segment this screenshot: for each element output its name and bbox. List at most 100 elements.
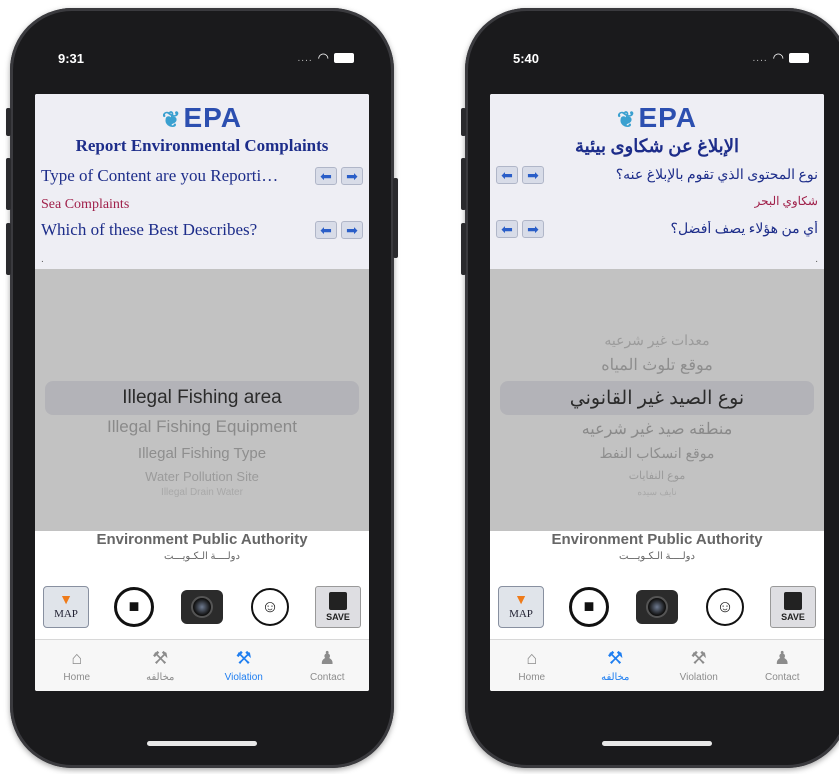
save-button[interactable]: SAVE bbox=[315, 585, 361, 628]
picker-option[interactable]: نايف سيده bbox=[490, 487, 824, 498]
question-row-1: ⬅ ➡ نوع المحتوى الذي تقوم بالإبلاغ عنه؟ bbox=[496, 166, 818, 184]
epa-logo: ❦EPA bbox=[162, 102, 242, 133]
arrow-left-icon[interactable]: ⬅ bbox=[315, 167, 337, 185]
option-picker[interactable]: Illegal Fishing area Illegal Fishing Equ… bbox=[35, 269, 369, 531]
picker-option[interactable]: موع النفايات bbox=[490, 469, 824, 482]
leaf-icon: ❦ bbox=[617, 107, 637, 132]
dot-text: . bbox=[41, 254, 44, 265]
tab-home[interactable]: ⌂ Home bbox=[490, 640, 574, 691]
answer-content-type[interactable]: Sea Complaints bbox=[41, 197, 363, 213]
phone-right: 5:40 .... ◠ ❦EPA الإبلاغ عن شكاوى بيئية … bbox=[461, 8, 839, 768]
picker-option[interactable]: Illegal Fishing Equipment bbox=[35, 417, 369, 437]
home-indicator[interactable] bbox=[602, 741, 712, 746]
picker-option-selected[interactable]: نوع الصيد غير القانوني bbox=[490, 387, 824, 410]
video-camera-icon: ■ bbox=[569, 586, 609, 627]
app-screen: ❦EPA Report Environmental Complaints Typ… bbox=[35, 94, 369, 691]
camera-icon bbox=[181, 589, 223, 624]
page-title: Report Environmental Complaints bbox=[75, 136, 329, 155]
gavel-icon: ⚒ bbox=[235, 648, 252, 668]
form-header: ❦EPA الإبلاغ عن شكاوى بيئية ⬅ ➡ نوع المح… bbox=[490, 94, 824, 269]
arrow-right-icon[interactable]: ➡ bbox=[522, 166, 544, 184]
contact-add-icon: ☺ bbox=[251, 587, 289, 626]
signal-icon: .... bbox=[297, 52, 313, 64]
picker-option-selected[interactable]: Illegal Fishing area bbox=[35, 387, 369, 409]
arrow-right-icon[interactable]: ➡ bbox=[341, 221, 363, 239]
picker-option[interactable]: موقع تلوث المياه bbox=[490, 355, 824, 375]
volume-up-button bbox=[6, 158, 11, 210]
save-button[interactable]: SAVE bbox=[770, 585, 816, 628]
battery-icon bbox=[334, 53, 354, 63]
leaf-icon: ❦ bbox=[162, 107, 182, 132]
arrow-left-icon[interactable]: ⬅ bbox=[496, 220, 518, 238]
tab-contact[interactable]: ♟ Contact bbox=[741, 640, 825, 691]
home-icon: ⌂ bbox=[526, 648, 538, 668]
gavel-icon: ⚒ bbox=[607, 648, 624, 668]
question-best-describes: أي من هؤلاء يصف أفضل؟ bbox=[670, 221, 818, 237]
question-row-1: Type of Content are you Reporti… ⬅ ➡ bbox=[41, 166, 363, 186]
question-row-2: Which of these Best Describes? ⬅ ➡ bbox=[41, 220, 363, 240]
authority-name: Environment Public Authority bbox=[551, 531, 763, 548]
status-bar: 5:40 .... ◠ bbox=[513, 48, 809, 68]
video-camera-icon: ■ bbox=[114, 586, 154, 627]
contact-button[interactable]: ☺ bbox=[247, 586, 293, 628]
camera-button[interactable] bbox=[634, 586, 680, 628]
form-header: ❦EPA Report Environmental Complaints Typ… bbox=[35, 94, 369, 269]
home-indicator[interactable] bbox=[147, 741, 257, 746]
signal-icon: .... bbox=[752, 52, 768, 64]
home-icon: ⌂ bbox=[71, 648, 83, 668]
phone-left: 9:31 .... ◠ ❦EPA Report Environmental Co… bbox=[6, 8, 398, 768]
save-disk-icon bbox=[784, 591, 802, 610]
status-time: 5:40 bbox=[513, 50, 540, 66]
picker-option[interactable]: منطقه صيد غير شرعيه bbox=[490, 419, 824, 439]
camera-button[interactable] bbox=[179, 586, 225, 628]
volume-down-button bbox=[461, 223, 466, 275]
picker-option[interactable]: موقع انسكاب النفط bbox=[490, 445, 824, 462]
battery-icon bbox=[789, 53, 809, 63]
camera-icon bbox=[636, 589, 678, 624]
arrow-right-icon[interactable]: ➡ bbox=[341, 167, 363, 185]
arrow-left-icon[interactable]: ⬅ bbox=[496, 166, 518, 184]
video-button[interactable]: ■ bbox=[111, 586, 157, 628]
status-bar: 9:31 .... ◠ bbox=[58, 48, 354, 68]
action-toolbar: ▼ MAP ■ ☺ SAVE bbox=[498, 584, 816, 629]
tab-contact[interactable]: ♟ Contact bbox=[286, 640, 370, 691]
wifi-icon: ◠ bbox=[772, 50, 784, 65]
map-pin-icon: ▼ bbox=[514, 592, 528, 608]
mute-switch bbox=[461, 108, 466, 136]
question-content-type: نوع المحتوى الذي تقوم بالإبلاغ عنه؟ bbox=[615, 167, 818, 183]
picker-option[interactable]: Water Pollution Site bbox=[35, 469, 369, 484]
contact-add-icon: ☺ bbox=[706, 587, 744, 626]
picker-option[interactable]: Illegal Drain Water bbox=[35, 487, 369, 498]
volume-down-button bbox=[6, 223, 11, 275]
tab-violation-ar[interactable]: ⚒ مخالفه bbox=[119, 640, 203, 691]
question-content-type: Type of Content are you Reporti… bbox=[41, 166, 279, 185]
tab-bar: ⌂ Home ⚒ مخالفه ⚒ Violation ♟ Contact bbox=[490, 639, 824, 691]
map-button[interactable]: ▼ MAP bbox=[43, 585, 89, 628]
gavel-icon: ⚒ bbox=[152, 648, 169, 668]
authority-country: دولــــة الـكـويـــت bbox=[164, 551, 240, 562]
user-icon: ♟ bbox=[774, 648, 791, 668]
save-disk-icon bbox=[329, 591, 347, 610]
question-row-2: ⬅ ➡ أي من هؤلاء يصف أفضل؟ bbox=[496, 220, 818, 238]
action-toolbar: ▼ MAP ■ ☺ SAVE bbox=[43, 584, 361, 629]
arrow-left-icon[interactable]: ⬅ bbox=[315, 221, 337, 239]
authority-name: Environment Public Authority bbox=[96, 531, 308, 548]
user-icon: ♟ bbox=[319, 648, 336, 668]
option-picker[interactable]: معدات غير شرعيه موقع تلوث المياه نوع الص… bbox=[490, 269, 824, 531]
tab-violation-ar[interactable]: ⚒ مخالفه bbox=[574, 640, 658, 691]
video-button[interactable]: ■ bbox=[566, 586, 612, 628]
answer-content-type[interactable]: شكاوي البحر bbox=[496, 194, 818, 209]
gavel-icon: ⚒ bbox=[690, 648, 707, 668]
picker-option[interactable]: معدات غير شرعيه bbox=[490, 332, 824, 349]
arrow-right-icon[interactable]: ➡ bbox=[522, 220, 544, 238]
tab-violation[interactable]: ⚒ Violation bbox=[657, 640, 741, 691]
power-button bbox=[393, 178, 398, 258]
map-button[interactable]: ▼ MAP bbox=[498, 585, 544, 628]
tab-violation[interactable]: ⚒ Violation bbox=[202, 640, 286, 691]
tab-home[interactable]: ⌂ Home bbox=[35, 640, 119, 691]
picker-option[interactable]: Illegal Fishing Type bbox=[35, 445, 369, 462]
epa-logo: ❦EPA bbox=[617, 102, 697, 133]
authority-country: دولــــة الـكـويـــت bbox=[619, 551, 695, 562]
contact-button[interactable]: ☺ bbox=[702, 586, 748, 628]
volume-up-button bbox=[461, 158, 466, 210]
